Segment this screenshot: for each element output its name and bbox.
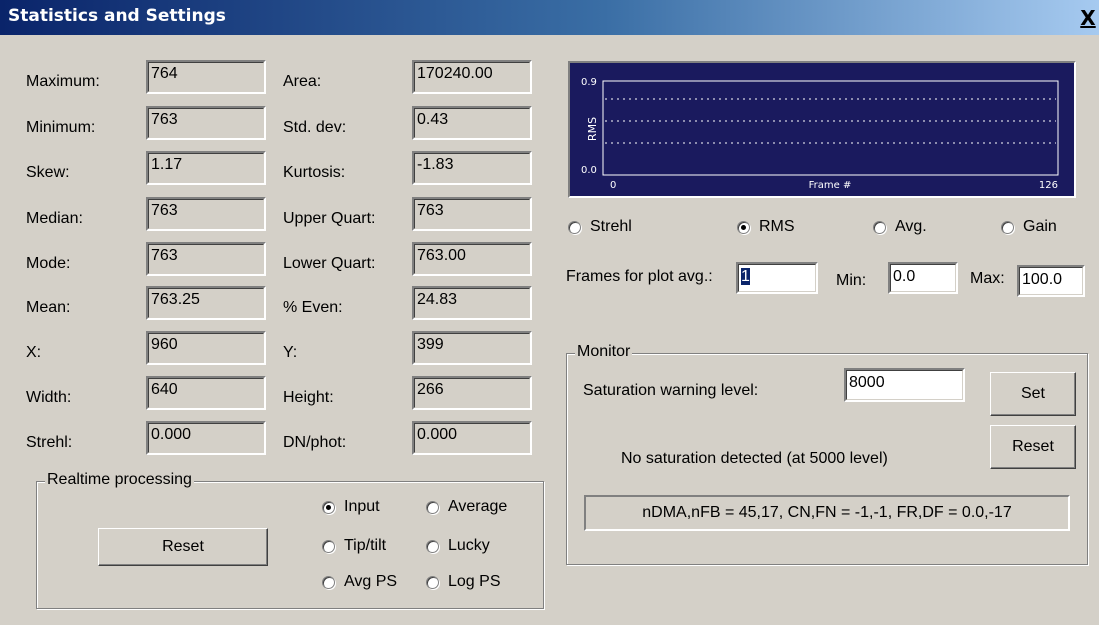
plot-frame xyxy=(602,80,1059,176)
lower-quart-label: Lower Quart: xyxy=(283,255,376,272)
radio-circle xyxy=(426,500,439,514)
radio-strehl-label: Strehl xyxy=(590,218,632,235)
radio-circle xyxy=(322,575,335,589)
close-button[interactable]: X xyxy=(1077,8,1099,30)
stddev-value: 0.43 xyxy=(412,106,532,140)
mode-value: 763 xyxy=(146,242,266,276)
mean-label: Mean: xyxy=(26,299,71,316)
radio-avg[interactable]: Avg. xyxy=(873,218,927,236)
radio-logps[interactable]: Log PS xyxy=(426,573,500,591)
radio-circle xyxy=(426,575,439,589)
median-label: Median: xyxy=(26,210,83,227)
monitor-reset-button[interactable]: Reset xyxy=(990,425,1076,469)
saturation-input[interactable]: 8000 xyxy=(844,368,965,402)
dn-phot-value: 0.000 xyxy=(412,421,532,455)
realtime-reset-button[interactable]: Reset xyxy=(98,528,268,566)
x-max-tick: 126 xyxy=(1039,180,1058,191)
minimum-value: 763 xyxy=(146,106,266,140)
radio-logps-label: Log PS xyxy=(448,573,501,590)
min-label: Min: xyxy=(836,272,867,289)
set-button[interactable]: Set xyxy=(990,372,1076,416)
y-label: Y: xyxy=(283,344,298,361)
x-value: 960 xyxy=(146,331,266,365)
y-axis-label: RMS xyxy=(586,117,599,141)
rms-plot-svg: 0.9 0.0 RMS 0 Frame # 126 xyxy=(581,77,1059,191)
radio-tiptilt[interactable]: Tip/tilt xyxy=(322,537,386,555)
y-value: 399 xyxy=(412,331,532,365)
radio-circle xyxy=(426,539,439,553)
kurtosis-label: Kurtosis: xyxy=(283,164,346,181)
radio-gain[interactable]: Gain xyxy=(1001,218,1057,236)
radio-circle xyxy=(322,539,335,553)
radio-circle xyxy=(1001,220,1014,234)
dn-phot-label: DN/phot: xyxy=(283,434,347,451)
y-min-tick: 0.0 xyxy=(581,165,597,176)
strehl-label: Strehl: xyxy=(26,434,73,451)
stddev-label: Std. dev: xyxy=(283,119,347,136)
radio-lucky[interactable]: Lucky xyxy=(426,537,490,555)
area-label: Area: xyxy=(283,73,322,90)
dma-info-field: nDMA,nFB = 45,17, CN,FN = -1,-1, FR,DF =… xyxy=(584,495,1070,531)
upper-quart-value: 763 xyxy=(412,197,532,231)
min-input[interactable]: 0.0 xyxy=(888,262,958,294)
y-max-tick: 0.9 xyxy=(581,77,597,88)
upper-quart-label: Upper Quart: xyxy=(283,210,376,227)
kurtosis-value: -1.83 xyxy=(412,151,532,185)
realtime-processing-legend: Realtime processing xyxy=(45,471,194,489)
radio-rms[interactable]: RMS xyxy=(737,218,795,236)
max-label: Max: xyxy=(970,270,1005,287)
radio-circle xyxy=(568,220,581,234)
radio-circle xyxy=(873,220,886,234)
width-label: Width: xyxy=(26,389,72,406)
radio-circle xyxy=(322,500,335,514)
pct-even-value: 24.83 xyxy=(412,286,532,320)
window-title: Statistics and Settings xyxy=(8,6,226,26)
frames-input-value: 1 xyxy=(741,268,750,285)
radio-avgps[interactable]: Avg PS xyxy=(322,573,397,591)
x-axis-label: Frame # xyxy=(809,180,852,191)
maximum-label: Maximum: xyxy=(26,73,100,90)
area-value: 170240.00 xyxy=(412,60,532,94)
mean-value: 763.25 xyxy=(146,286,266,320)
mode-label: Mode: xyxy=(26,255,71,272)
maximum-value: 764 xyxy=(146,60,266,94)
radio-avgps-label: Avg PS xyxy=(344,573,398,590)
saturation-status: No saturation detected (at 5000 level) xyxy=(621,450,888,467)
radio-average[interactable]: Average xyxy=(426,498,507,516)
radio-gain-label: Gain xyxy=(1023,218,1057,235)
radio-circle xyxy=(737,220,750,234)
saturation-label: Saturation warning level: xyxy=(583,382,759,399)
strehl-value: 0.000 xyxy=(146,421,266,455)
minimum-label: Minimum: xyxy=(26,119,96,136)
radio-tiptilt-label: Tip/tilt xyxy=(344,537,387,554)
skew-value: 1.17 xyxy=(146,151,266,185)
radio-avg-label: Avg. xyxy=(895,218,927,235)
radio-rms-label: RMS xyxy=(759,218,795,235)
max-input[interactable]: 100.0 xyxy=(1017,265,1085,297)
lower-quart-value: 763.00 xyxy=(412,242,532,276)
x-min-tick: 0 xyxy=(610,180,616,191)
radio-input-label: Input xyxy=(344,498,380,515)
radio-input[interactable]: Input xyxy=(322,498,380,516)
width-value: 640 xyxy=(146,376,266,410)
skew-label: Skew: xyxy=(26,164,70,181)
monitor-legend: Monitor xyxy=(575,343,633,361)
title-bar: Statistics and Settings X xyxy=(0,0,1099,35)
median-value: 763 xyxy=(146,197,266,231)
radio-average-label: Average xyxy=(448,498,508,515)
rms-plot: 0.9 0.0 RMS 0 Frame # 126 xyxy=(568,61,1076,198)
frames-label: Frames for plot avg.: xyxy=(566,268,713,285)
height-value: 266 xyxy=(412,376,532,410)
frames-input[interactable]: 1 xyxy=(736,262,818,294)
pct-even-label: % Even: xyxy=(283,299,343,316)
radio-lucky-label: Lucky xyxy=(448,537,490,554)
x-label: X: xyxy=(26,344,42,361)
radio-strehl[interactable]: Strehl xyxy=(568,218,632,236)
height-label: Height: xyxy=(283,389,334,406)
